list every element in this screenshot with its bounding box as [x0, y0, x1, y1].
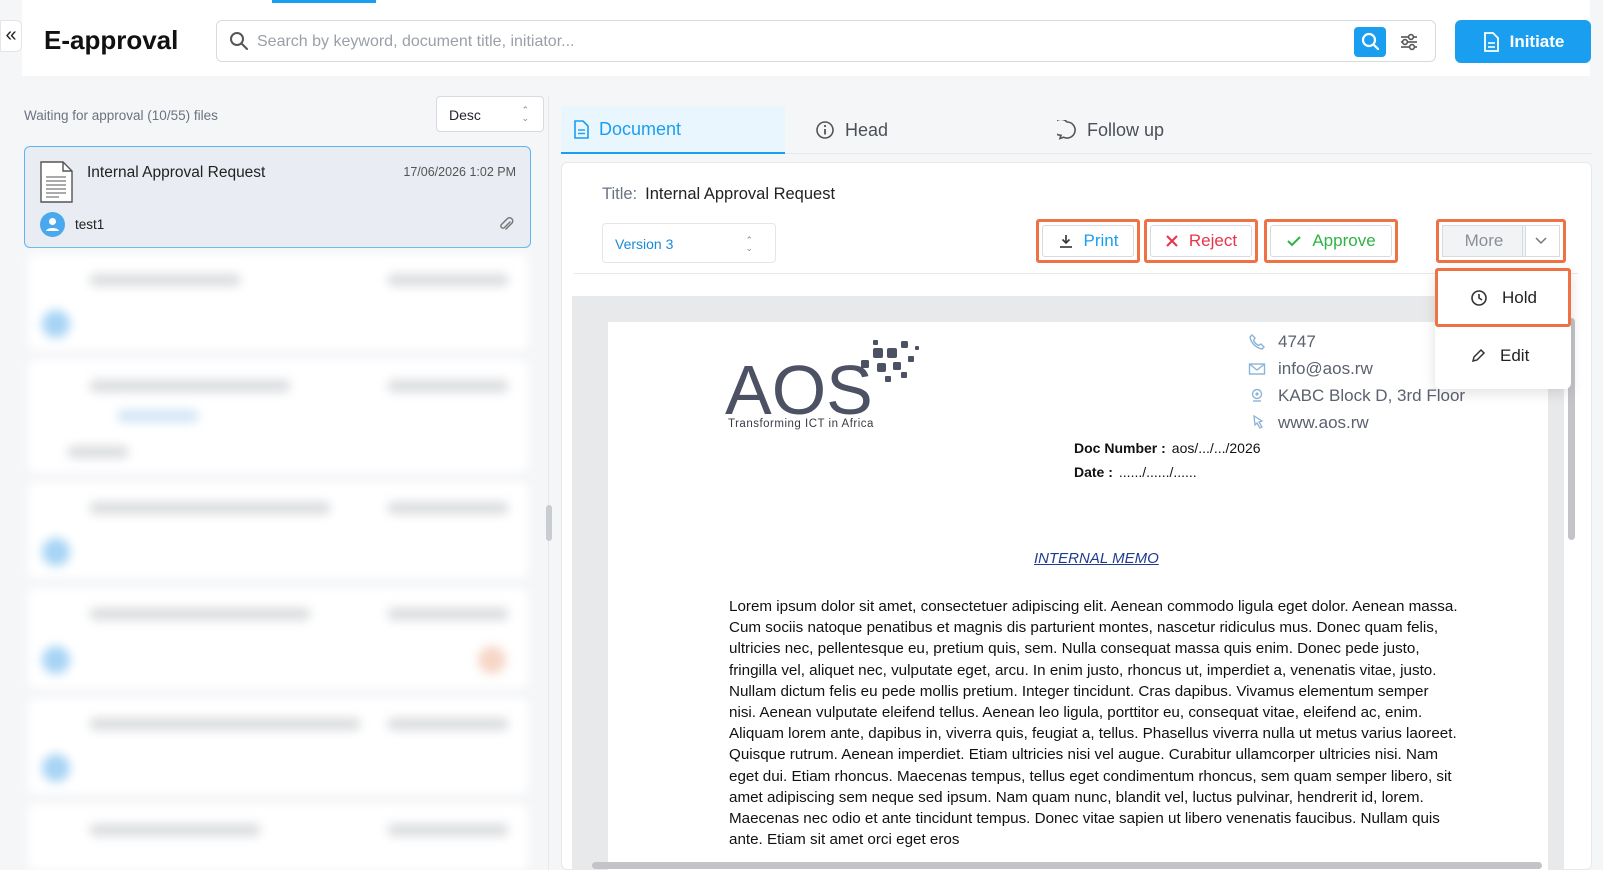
search-input[interactable] — [257, 29, 1357, 55]
avatar — [40, 212, 65, 237]
svg-text:AOS: AOS — [725, 351, 873, 418]
location-icon — [1251, 388, 1263, 402]
attachment-icon — [498, 215, 514, 238]
web-icon — [1253, 414, 1264, 429]
resize-handle[interactable] — [546, 505, 552, 541]
contact-website: www.aos.rw — [1248, 413, 1369, 433]
doc-number-line: Doc Number : aos/.../.../2026 — [1074, 440, 1261, 456]
approve-button[interactable]: Approve — [1264, 219, 1398, 263]
list-item-blurred[interactable] — [28, 482, 528, 578]
date-value: ....../....../...... — [1118, 464, 1197, 480]
menu-item-edit[interactable]: Edit — [1435, 330, 1571, 382]
version-value: Version 3 — [615, 236, 674, 252]
search-bar — [216, 20, 1436, 62]
document-title-row: Title: Internal Approval Request — [602, 185, 835, 204]
toolbar-divider — [574, 273, 1578, 274]
menu-item-edit-label: Edit — [1500, 346, 1530, 365]
date-line: Date : ....../....../...... — [1074, 464, 1197, 480]
search-button[interactable] — [1354, 27, 1386, 57]
document-icon — [1483, 31, 1499, 52]
list-item-blurred[interactable] — [28, 254, 528, 350]
list-item-blurred[interactable] — [28, 698, 528, 794]
tab-head[interactable]: Head — [803, 106, 1003, 154]
sort-value: Desc — [449, 107, 481, 123]
sliders-icon — [1401, 33, 1417, 51]
list-item-blurred[interactable] — [28, 804, 528, 870]
file-card-selected[interactable]: Internal Approval Request 17/06/2026 1:0… — [24, 146, 531, 248]
chat-icon — [1057, 120, 1076, 140]
app-title: E-approval — [44, 25, 179, 55]
title-key: Title: — [602, 185, 638, 203]
pencil-icon — [1471, 348, 1486, 363]
more-actions-button: More — [1436, 219, 1566, 263]
logo-tagline: Transforming ICT in Africa — [728, 418, 874, 430]
contact-address: KABC Block D, 3rd Floor — [1248, 386, 1465, 406]
search-icon — [229, 31, 249, 56]
phone-icon — [1249, 334, 1265, 350]
menu-item-hold-label: Hold — [1502, 287, 1537, 307]
document-title: Internal Approval Request — [645, 185, 836, 203]
print-button[interactable]: Print — [1036, 219, 1140, 263]
panel-divider — [548, 96, 549, 870]
memo-page: AOS Transforming ICT in Africa 4747 info… — [608, 322, 1548, 870]
clock-icon — [1471, 289, 1487, 306]
initiate-button[interactable]: Initiate — [1455, 20, 1591, 63]
doc-number-value: aos/.../.../2026 — [1171, 440, 1261, 456]
contact-website-text: www.aos.rw — [1278, 413, 1369, 432]
list-item-blurred[interactable] — [28, 360, 528, 472]
more-actions-menu: Hold Edit — [1435, 268, 1571, 389]
date-label: Date : — [1074, 464, 1113, 480]
mail-icon — [1248, 363, 1266, 375]
file-title: Internal Approval Request — [87, 164, 266, 181]
list-item-blurred[interactable] — [28, 588, 528, 688]
more-dropdown-toggle[interactable] — [1522, 225, 1560, 257]
version-arrows-icon: ⌃ ⌄ — [745, 235, 753, 253]
document-icon — [574, 119, 589, 139]
search-icon — [1361, 32, 1380, 51]
sort-arrows-icon: ⌃ ⌄ — [521, 105, 529, 123]
chevron-down-icon — [1535, 237, 1547, 245]
sort-select[interactable]: Desc ⌃ ⌄ — [436, 96, 544, 132]
memo-heading: INTERNAL MEMO — [1034, 550, 1159, 567]
memo-body: Lorem ipsum dolor sit amet, consectetuer… — [729, 598, 1458, 849]
user-icon — [46, 218, 59, 231]
reject-button[interactable]: Reject — [1144, 219, 1258, 263]
tab-document[interactable]: Document — [561, 106, 785, 154]
initiate-label: Initiate — [1509, 31, 1565, 51]
aos-logo: AOS — [725, 340, 919, 418]
doc-number-label: Doc Number : — [1074, 440, 1166, 456]
viewer-horizontal-scroll-thumb[interactable] — [592, 862, 1542, 869]
tab-follow-up[interactable]: Follow up — [1045, 106, 1245, 154]
contact-address-text: KABC Block D, 3rd Floor — [1278, 386, 1466, 405]
filter-settings-button[interactable] — [1395, 29, 1423, 55]
tab-head-label: Head — [845, 119, 889, 140]
more-button[interactable]: More — [1442, 225, 1526, 257]
top-accent-bar — [272, 0, 376, 3]
tab-follow-up-label: Follow up — [1087, 119, 1165, 140]
collapse-sidebar-button[interactable]: « — [0, 20, 22, 52]
file-initiator: test1 — [75, 217, 105, 232]
contact-email: info@aos.rw — [1248, 359, 1373, 379]
menu-item-hold[interactable]: Hold — [1435, 268, 1571, 327]
file-date: 17/06/2026 1:02 PM — [403, 165, 516, 179]
contact-phone-text: 4747 — [1278, 332, 1316, 351]
contact-email-text: info@aos.rw — [1278, 359, 1373, 378]
document-viewer[interactable]: AOS Transforming ICT in Africa 4747 info… — [572, 296, 1564, 870]
approval-list-panel: Waiting for approval (10/55) files Desc … — [22, 94, 550, 870]
version-select[interactable]: Version 3 ⌃ ⌄ — [602, 223, 776, 263]
tab-document-label: Document — [599, 118, 682, 139]
contact-phone: 4747 — [1248, 332, 1316, 352]
waiting-count-label: Waiting for approval (10/55) files — [24, 108, 218, 123]
more-label: More — [1464, 231, 1504, 250]
document-tabs: Document Head Follow up — [561, 106, 1592, 154]
info-icon — [816, 121, 834, 139]
file-doc-icon — [39, 161, 73, 208]
